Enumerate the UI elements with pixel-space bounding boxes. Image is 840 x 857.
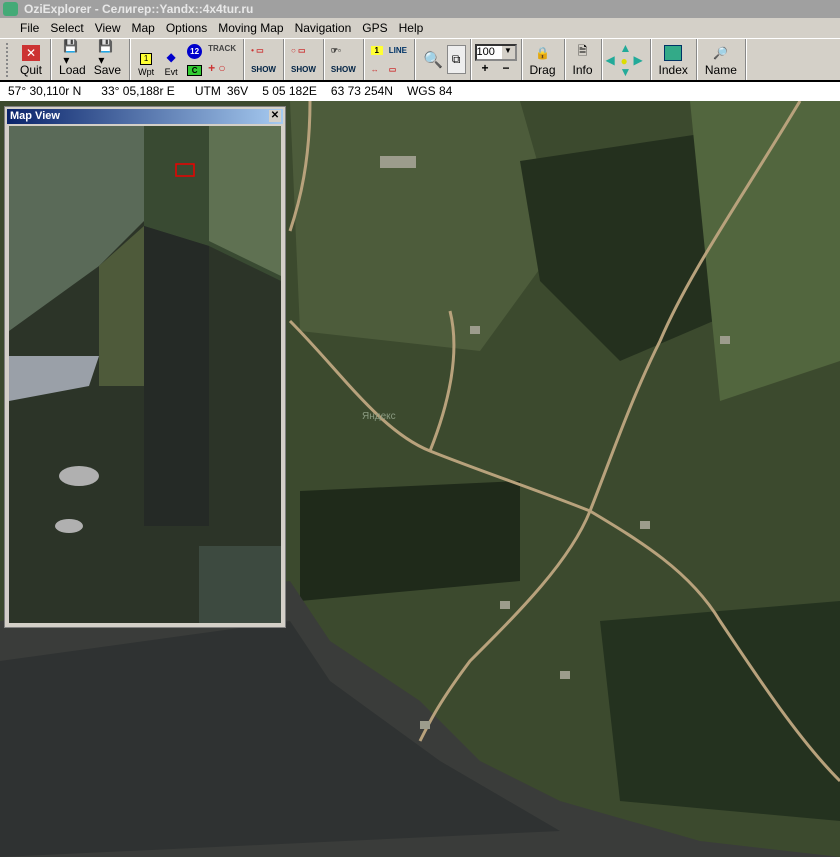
distance-button[interactable]: ▭	[389, 65, 407, 74]
info-button[interactable]: 🗎 Info	[569, 41, 597, 79]
save-button[interactable]: 💾▾ Save	[90, 38, 125, 79]
magnifier-icon[interactable]: 🔍	[419, 50, 447, 70]
list-button[interactable]: 1	[370, 45, 383, 55]
index-map-icon	[664, 44, 683, 61]
hand-button[interactable]: ☞▫	[331, 46, 356, 55]
latitude: 57° 30,110r N	[8, 84, 82, 98]
info-icon: 🗎	[577, 44, 588, 58]
drag-label: Drag	[529, 62, 556, 77]
evt-label: Evt	[164, 66, 178, 77]
show-routes-button[interactable]: SHOW	[331, 65, 356, 74]
overview-map[interactable]	[9, 126, 281, 623]
yandex-watermark: Яндекс	[362, 411, 396, 422]
menu-help[interactable]: Help	[399, 18, 424, 38]
track-points-button[interactable]: • ▭	[251, 46, 276, 55]
floppy-save-icon: 💾▾	[98, 38, 114, 67]
drag-button[interactable]: 🔒 Drag	[526, 41, 560, 79]
toolbar-grip[interactable]	[6, 42, 10, 77]
load-label: Load	[59, 62, 86, 77]
position-status-bar: 57° 30,110r N 33° 05,188r E UTM 36V 5 05…	[0, 80, 840, 101]
c-button[interactable]: C	[187, 64, 203, 76]
mapview-toggle-button[interactable]: ⧉	[446, 45, 466, 74]
zoom-out-button[interactable]: −	[503, 61, 510, 75]
app-icon	[3, 2, 18, 16]
wpt-label: Wpt	[138, 66, 155, 77]
map-view-title: Map View	[10, 110, 60, 122]
menu-options[interactable]: Options	[166, 18, 207, 38]
route-12-button[interactable]: 12	[187, 43, 203, 59]
menu-file[interactable]: File	[20, 18, 39, 38]
index-button[interactable]: Index	[655, 41, 692, 79]
zoom-value: 100	[476, 46, 495, 58]
index-label: Index	[658, 62, 688, 77]
quit-icon: ✕	[22, 44, 40, 61]
event-diamond-icon: ◆	[166, 49, 176, 64]
zoom-in-button[interactable]: +	[481, 61, 488, 75]
utm-zone: 36V	[226, 84, 249, 98]
plus-circle-button[interactable]: + ○	[208, 61, 236, 75]
window-title: OziExplorer - Селигер::Yandx::4x4tur.ru	[24, 2, 254, 16]
waypoint-icon: 1	[140, 52, 153, 65]
title-bar: OziExplorer - Селигер::Yandx::4x4tur.ru	[0, 0, 840, 18]
lock-icon: 🔒	[535, 45, 550, 60]
info-label: Info	[572, 62, 593, 77]
name-search-icon: 🔎	[713, 45, 729, 60]
menu-navigation[interactable]: Navigation	[295, 18, 352, 38]
show-waypoints-button[interactable]: SHOW	[291, 65, 316, 74]
northing: 63 73 254N	[330, 84, 393, 98]
easting: 5 05 182E	[262, 84, 317, 98]
name-label: Name	[704, 62, 737, 77]
menu-gps[interactable]: GPS	[362, 18, 387, 38]
quit-button[interactable]: ✕ Quit	[16, 41, 46, 79]
measure-button[interactable]: ↔	[371, 65, 383, 74]
menu-select[interactable]: Select	[50, 18, 83, 38]
toolbar: ✕ Quit 💾▾ Load 💾▾ Save 1 Wpt ◆ Evt 12 C TRACK +…	[0, 38, 840, 80]
waypoint-points-button[interactable]: ○ ▭	[291, 46, 316, 55]
quit-label: Quit	[20, 62, 43, 77]
event-button[interactable]: ◆ Evt	[158, 41, 184, 79]
line-button[interactable]: LINE	[389, 46, 407, 55]
load-button[interactable]: 💾▾ Load	[55, 38, 90, 79]
menu-moving-map[interactable]: Moving Map	[218, 18, 283, 38]
map-view-window[interactable]: Map View ✕	[5, 107, 285, 627]
floppy-load-icon: 💾▾	[63, 38, 79, 67]
zoom-select[interactable]: 100 ▼	[474, 44, 517, 61]
longitude: 33° 05,188r E	[101, 84, 175, 98]
waypoint-button[interactable]: 1 Wpt	[134, 41, 158, 79]
menu-bar: File Select View Map Options Moving Map …	[0, 18, 840, 38]
close-icon[interactable]: ✕	[269, 110, 281, 122]
save-label: Save	[93, 62, 122, 77]
menu-map[interactable]: Map	[132, 18, 155, 38]
datum: WGS 84	[406, 84, 453, 98]
dropdown-arrow-icon: ▼	[501, 46, 515, 59]
menu-view[interactable]: View	[95, 18, 121, 38]
track-button[interactable]: TRACK	[208, 44, 236, 53]
pan-arrows-button[interactable]: ▲ ◀ ● ▶ ▼	[606, 41, 646, 79]
utm-label: UTM	[194, 84, 221, 98]
map-view-titlebar[interactable]: Map View ✕	[7, 109, 283, 124]
name-button[interactable]: 🔎 Name	[701, 41, 741, 79]
show-track-button[interactable]: SHOW	[251, 65, 276, 74]
